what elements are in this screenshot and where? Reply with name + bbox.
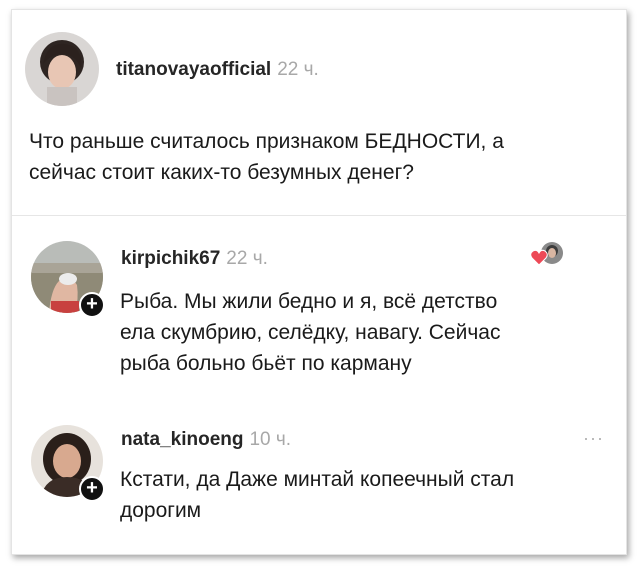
commenter-username-text[interactable]: nata_kinoeng <box>121 429 243 450</box>
author-liked-heart-icon <box>530 241 564 267</box>
post-timestamp: 22 ч. <box>277 59 319 80</box>
post-text-line: Что раньше считалось признаком БЕДНОСТИ,… <box>29 130 504 153</box>
comment-text-line: Рыба. Мы жили бедно и я, всё детство <box>120 290 498 313</box>
comment-text-line: ела скумбрию, селёдку, навагу. Сейчас <box>120 321 501 344</box>
post-author-avatar[interactable] <box>25 32 99 106</box>
follow-add-button[interactable]: + <box>79 476 105 502</box>
post-text: Что раньше считалось признаком БЕДНОСТИ,… <box>29 126 625 188</box>
comment-text-line: Кстати, да Даже минтай копеечный стал <box>120 468 515 491</box>
post-author-username[interactable]: titanovayaofficial 22 ч. <box>116 59 319 81</box>
commenter-username[interactable]: kirpichik67 22 ч. <box>121 248 268 270</box>
comment-text-line: дорогим <box>120 499 202 522</box>
comment-timestamp: 10 ч. <box>249 429 292 450</box>
commenter-username-text[interactable]: kirpichik67 <box>121 248 220 269</box>
post-text-line: сейчас стоит каких-то безумных денег? <box>29 161 414 184</box>
commenter-username[interactable]: nata_kinoeng 10 ч. <box>121 429 291 451</box>
comment-text: Кстати, да Даже минтай копеечный стал до… <box>120 464 620 526</box>
post-username-text[interactable]: titanovayaofficial <box>116 59 271 80</box>
comment-text-line: рыба больно бьёт по карману <box>120 352 412 375</box>
comments-card: titanovayaofficial 22 ч. Что раньше счита… <box>11 9 627 555</box>
comment-timestamp: 22 ч. <box>226 248 268 269</box>
comment-text: Рыба. Мы жили бедно и я, всё детство ела… <box>120 286 620 379</box>
original-post: titanovayaofficial 22 ч. Что раньше счита… <box>12 10 626 215</box>
divider <box>12 215 626 216</box>
follow-add-button[interactable]: + <box>79 292 105 318</box>
more-options-icon[interactable]: ··· <box>583 428 604 449</box>
